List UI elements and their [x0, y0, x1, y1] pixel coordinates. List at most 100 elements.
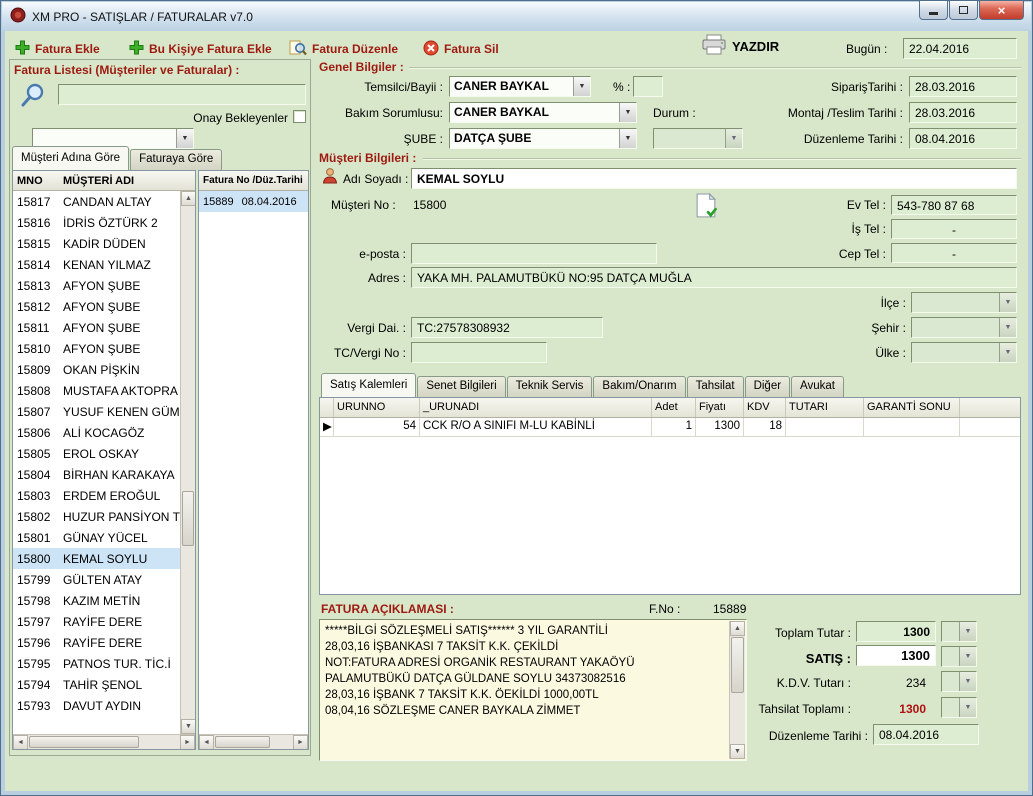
edit-invoice-button[interactable]: Fatura Düzenle [289, 37, 398, 61]
customer-name-field[interactable]: KEMAL SOYLU [411, 168, 1017, 189]
print-button[interactable]: YAZDIR [701, 34, 779, 58]
memo-scrollbar[interactable]: ▲ ▼ [729, 621, 745, 759]
chevron-down-icon[interactable]: ▼ [619, 129, 636, 148]
chevron-down-icon[interactable]: ▼ [999, 318, 1016, 337]
customer-row[interactable]: 15812 AFYON ŞUBE [13, 296, 195, 317]
customer-row[interactable]: 15803 ERDEM EROĞUL [13, 485, 195, 506]
search-input[interactable] [58, 84, 306, 105]
total-currency-combo[interactable]: ▼ [941, 621, 977, 642]
list-tab[interactable]: Müşteri Adına Göre [12, 146, 129, 170]
detail-tab[interactable]: Teknik Servis [507, 376, 593, 397]
invoice-description-memo[interactable]: *****BİLGİ SÖZLEŞMELİ SATIŞ****** 3 YIL … [319, 619, 747, 761]
customer-row[interactable]: 15809 OKAN PİŞKİN [13, 359, 195, 380]
customer-row[interactable]: 15807 YUSUF KENEN GÜMF [13, 401, 195, 422]
city-combo[interactable]: ▼ [911, 317, 1017, 338]
scrollbar-thumb[interactable] [731, 637, 744, 693]
chevron-down-icon[interactable]: ▼ [999, 343, 1016, 362]
district-combo[interactable]: ▼ [911, 292, 1017, 313]
customer-row[interactable]: 15815 KADİR DÜDEN [13, 233, 195, 254]
scroll-right-icon[interactable]: ► [180, 735, 195, 750]
delete-invoice-button[interactable]: Fatura Sil [423, 37, 499, 61]
scroll-up-icon[interactable]: ▲ [181, 191, 196, 206]
customer-row[interactable]: 15801 GÜNAY YÜCEL [13, 527, 195, 548]
customer-row[interactable]: 15814 KENAN YILMAZ [13, 254, 195, 275]
customer-row[interactable]: 15796 RAYİFE DERE [13, 632, 195, 653]
branch-combo[interactable]: DATÇA ŞUBE▼ [449, 128, 637, 149]
detail-tab[interactable]: Satış Kalemleri [321, 373, 416, 397]
detail-tab[interactable]: Diğer [745, 376, 790, 397]
scroll-left-icon[interactable]: ◄ [13, 735, 28, 750]
total-field[interactable]: 1300 [856, 621, 936, 642]
customer-row[interactable]: 15800 KEMAL SOYLU [13, 548, 195, 569]
customer-row[interactable]: 15802 HUZUR PANSİYON T [13, 506, 195, 527]
issue-date-field[interactable]: 08.04.2016 [909, 128, 1017, 149]
scroll-right-icon[interactable]: ► [293, 735, 308, 750]
invoice-row[interactable]: 15889 08.04.2016 [199, 191, 308, 212]
home-phone-field[interactable]: 543-780 87 68 [891, 195, 1017, 215]
today-field[interactable]: 22.04.2016 [903, 38, 1017, 59]
close-button[interactable]: × [979, 1, 1024, 20]
customer-row[interactable]: 15804 BİRHAN KARAKAYA [13, 464, 195, 485]
vat-currency-combo[interactable]: ▼ [941, 671, 977, 692]
list-tab[interactable]: Faturaya Göre [130, 149, 222, 170]
add-invoice-button[interactable]: Fatura Ekle [15, 37, 100, 61]
maximize-button[interactable] [949, 1, 978, 20]
chevron-down-icon[interactable]: ▼ [573, 77, 590, 96]
customer-row[interactable]: 15798 KAZIM METİN [13, 590, 195, 611]
customer-row[interactable]: 15797 RAYİFE DERE [13, 611, 195, 632]
sale-item-row[interactable]: ▶ 54 CCK R/O A SINIFI M-LU KABİNLİ 1 130… [320, 418, 1020, 437]
chevron-down-icon[interactable]: ▼ [619, 103, 636, 122]
order-date-field[interactable]: 28.03.2016 [909, 76, 1017, 97]
install-date-field[interactable]: 28.03.2016 [909, 102, 1017, 123]
customer-row[interactable]: 15806 ALİ KOCAGÖZ [13, 422, 195, 443]
chevron-down-icon[interactable]: ▼ [959, 622, 976, 641]
customer-row[interactable]: 15811 AFYON ŞUBE [13, 317, 195, 338]
document-check-icon[interactable] [693, 193, 720, 223]
status-combo[interactable]: ▼ [653, 128, 743, 149]
customer-row[interactable]: 15793 DAVUT AYDIN [13, 695, 195, 716]
chevron-down-icon[interactable]: ▼ [959, 647, 976, 666]
detail-tab[interactable]: Senet Bilgileri [417, 376, 505, 397]
scroll-up-icon[interactable]: ▲ [730, 621, 745, 636]
scroll-left-icon[interactable]: ◄ [199, 735, 214, 750]
chevron-down-icon[interactable]: ▼ [999, 293, 1016, 312]
invoice-horizontal-scrollbar[interactable]: ◄ ► [199, 734, 308, 749]
minimize-button[interactable] [919, 1, 948, 20]
chevron-down-icon[interactable]: ▼ [959, 672, 976, 691]
customer-row[interactable]: 15817 CANDAN ALTAY [13, 191, 195, 212]
email-field[interactable] [411, 243, 657, 264]
collection-currency-combo[interactable]: ▼ [941, 697, 977, 718]
customer-row[interactable]: 15808 MUSTAFA AKTOPRA [13, 380, 195, 401]
sale-currency-combo[interactable]: ▼ [941, 646, 977, 667]
customer-row[interactable]: 15799 GÜLTEN ATAY [13, 569, 195, 590]
maintenance-combo[interactable]: CANER BAYKAL▼ [449, 102, 637, 123]
country-combo[interactable]: ▼ [911, 342, 1017, 363]
tax-office-field[interactable]: TC:27578308932 [411, 317, 603, 338]
percent-field[interactable] [633, 76, 663, 97]
work-phone-field[interactable]: - [891, 219, 1017, 239]
customer-row[interactable]: 15813 AFYON ŞUBE [13, 275, 195, 296]
customer-row[interactable]: 15794 TAHİR ŞENOL [13, 674, 195, 695]
scrollbar-thumb[interactable] [182, 491, 194, 546]
pending-approval-checkbox[interactable] [293, 110, 306, 123]
scrollbar-thumb[interactable] [29, 736, 139, 748]
customer-horizontal-scrollbar[interactable]: ◄ ► [13, 734, 195, 749]
chevron-down-icon[interactable]: ▼ [959, 698, 976, 717]
scroll-down-icon[interactable]: ▼ [181, 719, 196, 734]
scroll-down-icon[interactable]: ▼ [730, 744, 745, 759]
detail-tab[interactable]: Tahsilat [687, 376, 744, 397]
edit-date-field[interactable]: 08.04.2016 [873, 724, 979, 745]
detail-tab[interactable]: Bakım/Onarım [593, 376, 685, 397]
customer-row[interactable]: 15810 AFYON ŞUBE [13, 338, 195, 359]
tax-no-field[interactable] [411, 342, 547, 363]
customer-row[interactable]: 15816 İDRİS ÖZTÜRK 2 [13, 212, 195, 233]
sale-field[interactable]: 1300 [856, 645, 936, 666]
chevron-down-icon[interactable]: ▼ [725, 129, 742, 148]
mobile-phone-field[interactable]: - [891, 243, 1017, 263]
rep-combo[interactable]: CANER BAYKAL▼ [449, 76, 591, 97]
detail-tab[interactable]: Avukat [791, 376, 844, 397]
address-field[interactable]: YAKA MH. PALAMUTBÜKÜ NO:95 DATÇA MUĞLA [411, 267, 1017, 288]
customer-row[interactable]: 15795 PATNOS TUR. TİC.İ [13, 653, 195, 674]
customer-row[interactable]: 15805 EROL OSKAY [13, 443, 195, 464]
scrollbar-thumb[interactable] [215, 736, 270, 748]
